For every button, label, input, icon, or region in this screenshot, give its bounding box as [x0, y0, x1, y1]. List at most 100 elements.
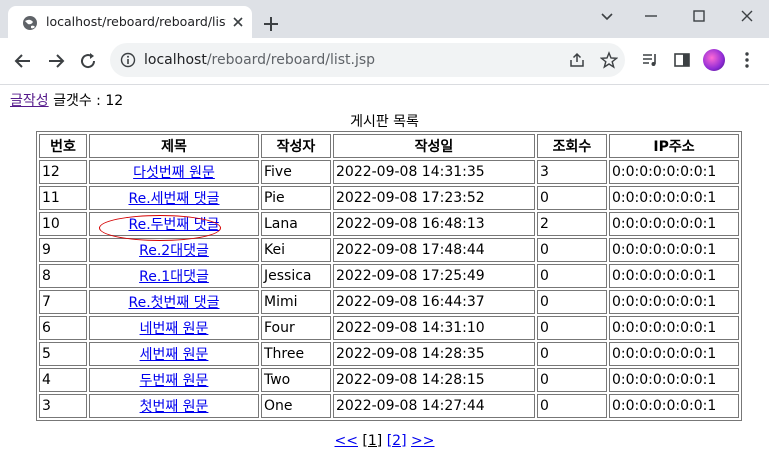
post-title-link[interactable]: 다섯번째 원문	[133, 165, 215, 181]
maximize-icon[interactable]	[689, 6, 709, 26]
post-title-link[interactable]: Re.두번째 댓글	[128, 217, 219, 233]
page-link-2[interactable]: [2]	[387, 433, 407, 449]
share-icon[interactable]	[568, 51, 586, 69]
close-tab-icon[interactable]	[230, 14, 246, 30]
table-row: 9 Re.2대댓글 Kei 2022-09-08 17:48:44 0 0:0:0:0:0…	[39, 238, 739, 262]
table-row: 5 세번째 원문 Three 2022-09-08 14:28:35 0 0:0:0:0:…	[39, 342, 739, 366]
cell-ip: 0:0:0:0:0:0:0:1	[609, 238, 739, 262]
header-writer: 작성자	[261, 134, 331, 158]
tab-strip: localhost/reboard/reboard/list.jsp	[0, 0, 769, 38]
cell-writer: Mimi	[261, 290, 331, 314]
cell-views: 0	[537, 290, 607, 314]
post-count: 글갯수 : 12	[53, 93, 124, 109]
next-page-link[interactable]: >>	[411, 433, 434, 449]
cell-ip: 0:0:0:0:0:0:0:1	[609, 394, 739, 418]
cell-no: 11	[39, 186, 87, 210]
cell-views: 0	[537, 342, 607, 366]
table-row: 6 네번째 원문 Four 2022-09-08 14:31:10 0 0:0:0:0:0…	[39, 316, 739, 340]
cell-title: 두번째 원문	[89, 368, 259, 392]
cell-date: 2022-09-08 14:28:35	[333, 342, 535, 366]
header-views: 조회수	[537, 134, 607, 158]
profile-avatar[interactable]	[703, 49, 725, 71]
post-title-link[interactable]: 네번째 원문	[140, 321, 209, 337]
cell-writer: One	[261, 394, 331, 418]
cell-views: 0	[537, 316, 607, 340]
cell-views: 0	[537, 264, 607, 288]
cell-views: 0	[537, 368, 607, 392]
cell-title: Re.첫번째 댓글	[89, 290, 259, 314]
pagination: << [1] [2] >>	[0, 433, 769, 449]
minimize-icon[interactable]	[641, 6, 661, 26]
globe-icon	[23, 16, 37, 30]
cell-views: 2	[537, 212, 607, 236]
address-bar[interactable]: localhost/reboard/reboard/list.jsp	[110, 43, 625, 77]
post-title-link[interactable]: 첫번째 원문	[140, 399, 209, 415]
page-content: 글작성 글갯수 : 12 게시판 목록 번호 제목 작성자 작성일 조회수 IP…	[0, 85, 769, 466]
side-panel-icon[interactable]	[672, 50, 692, 70]
browser-toolbar: localhost/reboard/reboard/list.jsp	[0, 38, 769, 85]
cell-ip: 0:0:0:0:0:0:0:1	[609, 368, 739, 392]
forward-arrow-icon[interactable]	[46, 51, 66, 71]
cell-date: 2022-09-08 14:31:35	[333, 160, 535, 184]
cell-title: 세번째 원문	[89, 342, 259, 366]
page-link-1[interactable]: [1]	[362, 433, 382, 449]
cell-ip: 0:0:0:0:0:0:0:1	[609, 186, 739, 210]
header-no: 번호	[39, 134, 87, 158]
url-path: /reboard/reboard/list.jsp	[206, 52, 376, 68]
url-text[interactable]: localhost/reboard/reboard/list.jsp	[144, 52, 375, 68]
cell-date: 2022-09-08 17:25:49	[333, 264, 535, 288]
table-row: 11 Re.세번째 댓글 Pie 2022-09-08 17:23:52 0 0:0:0:…	[39, 186, 739, 210]
table-header-row: 번호 제목 작성자 작성일 조회수 IP주소	[39, 134, 739, 158]
window-close-icon[interactable]	[737, 6, 757, 26]
prev-page-link[interactable]: <<	[335, 433, 358, 449]
cell-no: 5	[39, 342, 87, 366]
post-title-link[interactable]: Re.2대댓글	[139, 243, 209, 259]
cell-no: 3	[39, 394, 87, 418]
post-title-link[interactable]: Re.첫번째 댓글	[128, 295, 219, 311]
cell-date: 2022-09-08 14:27:44	[333, 394, 535, 418]
post-title-link[interactable]: Re.1대댓글	[139, 269, 209, 285]
table-row: 7 Re.첫번째 댓글 Mimi 2022-09-08 16:44:37 0 0:0:0:…	[39, 290, 739, 314]
cell-writer: Two	[261, 368, 331, 392]
info-icon[interactable]	[120, 52, 136, 68]
header-ip: IP주소	[609, 134, 739, 158]
cell-date: 2022-09-08 16:48:13	[333, 212, 535, 236]
post-title-link[interactable]: Re.세번째 댓글	[128, 191, 219, 207]
cell-date: 2022-09-08 14:28:15	[333, 368, 535, 392]
cell-ip: 0:0:0:0:0:0:0:1	[609, 290, 739, 314]
tab-title: localhost/reboard/reboard/list.jsp	[46, 14, 226, 29]
cell-title: Re.1대댓글	[89, 264, 259, 288]
cell-ip: 0:0:0:0:0:0:0:1	[609, 316, 739, 340]
reload-icon[interactable]	[78, 51, 98, 71]
bookmark-star-icon[interactable]	[600, 51, 618, 69]
board-table: 번호 제목 작성자 작성일 조회수 IP주소 12 다섯번째 원문 Five 2022…	[36, 131, 742, 421]
post-title-link[interactable]: 두번째 원문	[140, 373, 209, 389]
tab-search-chevron-icon[interactable]	[597, 6, 617, 26]
cell-no: 9	[39, 238, 87, 262]
cell-title: Re.두번째 댓글	[89, 212, 259, 236]
cell-writer: Pie	[261, 186, 331, 210]
cell-no: 6	[39, 316, 87, 340]
cell-views: 0	[537, 186, 607, 210]
back-arrow-icon[interactable]	[13, 51, 33, 71]
cell-title: 첫번째 원문	[89, 394, 259, 418]
board-header-line: 글작성 글갯수 : 12	[10, 90, 123, 110]
more-menu-icon[interactable]	[737, 50, 757, 70]
browser-tab[interactable]: localhost/reboard/reboard/list.jsp	[8, 6, 252, 38]
cell-ip: 0:0:0:0:0:0:0:1	[609, 342, 739, 366]
write-post-link[interactable]: 글작성	[10, 93, 49, 109]
cell-title: Re.세번째 댓글	[89, 186, 259, 210]
board-body: 12 다섯번째 원문 Five 2022-09-08 14:31:35 3 0:0:0:0…	[39, 160, 739, 418]
cell-views: 3	[537, 160, 607, 184]
cell-no: 10	[39, 212, 87, 236]
cell-title: Re.2대댓글	[89, 238, 259, 262]
post-title-link[interactable]: 세번째 원문	[140, 347, 209, 363]
new-tab-icon[interactable]	[262, 15, 280, 33]
cell-writer: Five	[261, 160, 331, 184]
cell-writer: Four	[261, 316, 331, 340]
media-queue-icon[interactable]	[640, 50, 660, 70]
cell-date: 2022-09-08 17:23:52	[333, 186, 535, 210]
board-caption: 게시판 목록	[350, 114, 419, 130]
table-row: 8 Re.1대댓글 Jessica 2022-09-08 17:25:49 0 0:0:0…	[39, 264, 739, 288]
header-date: 작성일	[333, 134, 535, 158]
